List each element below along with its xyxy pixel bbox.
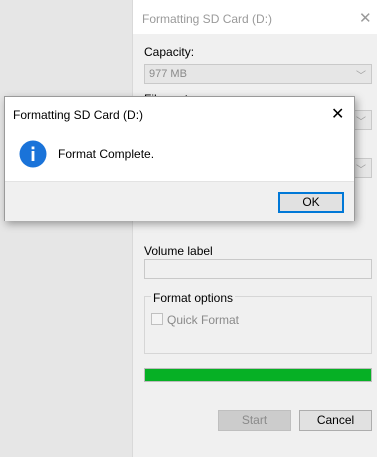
close-icon[interactable]: ✕ bbox=[331, 104, 344, 124]
capacity-label: Capacity: bbox=[144, 45, 195, 59]
quick-format-checkbox[interactable] bbox=[151, 313, 163, 325]
chevron-down-icon: ﹀ bbox=[356, 71, 366, 82]
format-complete-dialog: Formatting SD Card (D:) ✕ Format Complet… bbox=[4, 96, 355, 221]
chevron-down-icon: ﹀ bbox=[356, 117, 366, 128]
quick-format-label: Quick Format bbox=[167, 313, 240, 327]
start-button[interactable]: Start bbox=[218, 410, 291, 431]
dialog-footer: OK bbox=[5, 181, 354, 221]
cancel-button[interactable]: Cancel bbox=[299, 410, 372, 431]
background-area bbox=[0, 0, 132, 457]
format-window-title: Formatting SD Card (D:) bbox=[142, 12, 273, 26]
info-icon bbox=[19, 140, 47, 168]
capacity-select[interactable]: 977 MB ﹀ bbox=[144, 64, 372, 84]
capacity-value: 977 MB bbox=[149, 68, 187, 80]
dialog-message: Format Complete. bbox=[58, 147, 155, 161]
chevron-down-icon: ﹀ bbox=[356, 165, 366, 176]
format-window-titlebar: Formatting SD Card (D:) ✕ bbox=[133, 0, 377, 34]
format-options-label: Format options bbox=[151, 291, 236, 305]
ok-button[interactable]: OK bbox=[278, 192, 344, 213]
volume-label-label: Volume label bbox=[144, 244, 213, 258]
volume-label-input[interactable] bbox=[144, 259, 372, 279]
dialog-title: Formatting SD Card (D:) bbox=[13, 108, 144, 122]
progress-fill bbox=[145, 369, 371, 381]
format-window: Formatting SD Card (D:) ✕ Capacity: 977 … bbox=[132, 0, 377, 457]
format-progress-bar bbox=[144, 368, 372, 382]
close-icon[interactable]: ✕ bbox=[359, 9, 372, 27]
